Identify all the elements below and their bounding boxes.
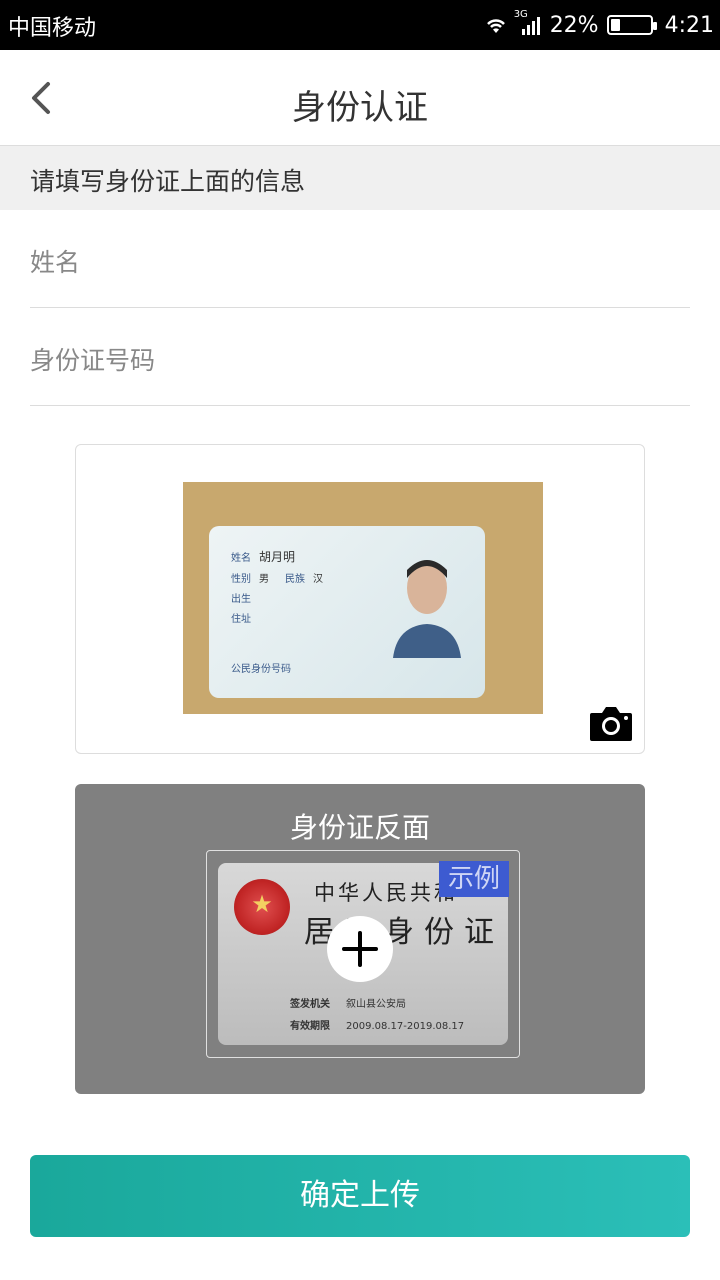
battery-fill (610, 19, 620, 31)
id-ethnicity-label: 民族 (285, 574, 305, 585)
nav-bar: 身份认证 (0, 50, 720, 146)
signal-icon: 3G (514, 9, 542, 37)
battery-icon (606, 15, 657, 35)
portrait-image (393, 560, 461, 658)
id-gender-label: 性别 (231, 574, 251, 585)
id-number-input[interactable] (30, 340, 690, 380)
sample-validity-value: 2009.08.17-2019.08.17 (346, 1021, 465, 1032)
sample-validity-row: 有效期限 2009.08.17-2019.08.17 (290, 1017, 464, 1032)
id-front-upload[interactable]: 姓名 胡月明 性别男 民族汉 出生 住址 公民身份号码 (75, 444, 645, 754)
status-bar: 中国移动 3G 22% 4:21 (0, 0, 720, 50)
id-name-label: 姓名 (231, 553, 251, 564)
id-front-photo: 姓名 胡月明 性别男 民族汉 出生 住址 公民身份号码 (183, 482, 543, 714)
national-emblem-icon (234, 879, 290, 935)
wifi-icon (486, 19, 505, 33)
id-number-field (30, 310, 690, 406)
id-name-row: 姓名 胡月明 (231, 548, 295, 565)
id-back-title: 身份证反面 (289, 811, 430, 844)
page-title: 身份认证 (292, 88, 428, 128)
confirm-upload-button[interactable]: 确定上传 (30, 1155, 690, 1237)
section-header: 请填写身份证上面的信息 (0, 146, 720, 210)
plus-icon (342, 931, 378, 967)
id-gender-value: 男 (259, 574, 269, 585)
sample-heading: 中华人民共和 (314, 881, 458, 905)
section-header-text: 请填写身份证上面的信息 (30, 167, 306, 196)
id-birth-row: 出生 (231, 590, 251, 605)
status-indicators: 3G 22% 4:21 (484, 8, 714, 42)
id-birth-label: 出生 (231, 594, 251, 605)
id-ethnicity-value: 汉 (313, 574, 323, 585)
id-gender-row: 性别男 民族汉 (231, 570, 323, 585)
id-number-row: 公民身份号码 (231, 660, 291, 675)
id-number-label: 公民身份号码 (231, 664, 291, 675)
clock: 4:21 (664, 12, 714, 38)
add-photo-button[interactable] (327, 916, 393, 982)
name-field (30, 212, 690, 308)
sample-authority-row: 签发机关 叙山县公安局 (290, 995, 406, 1010)
id-address-row: 住址 (231, 610, 251, 625)
sample-validity-label: 有效期限 (290, 1021, 330, 1032)
id-name-value: 胡月明 (259, 550, 296, 564)
battery-percent: 22% (549, 12, 599, 38)
id-address-label: 住址 (231, 614, 251, 625)
id-back-upload[interactable]: 身份证反面 中华人民共和 居民身份证 签发机关叙山县公安局 有效期限2009.0… (75, 784, 645, 1094)
name-input[interactable] (30, 242, 690, 282)
sample-authority-value: 叙山县公安局 (346, 999, 406, 1010)
camera-icon[interactable] (588, 705, 634, 743)
id-card-image: 姓名 胡月明 性别男 民族汉 出生 住址 公民身份号码 (209, 526, 485, 698)
sample-badge: 示例 (439, 861, 509, 897)
sample-authority-label: 签发机关 (290, 999, 330, 1010)
carrier-name: 中国移动 (8, 16, 97, 41)
